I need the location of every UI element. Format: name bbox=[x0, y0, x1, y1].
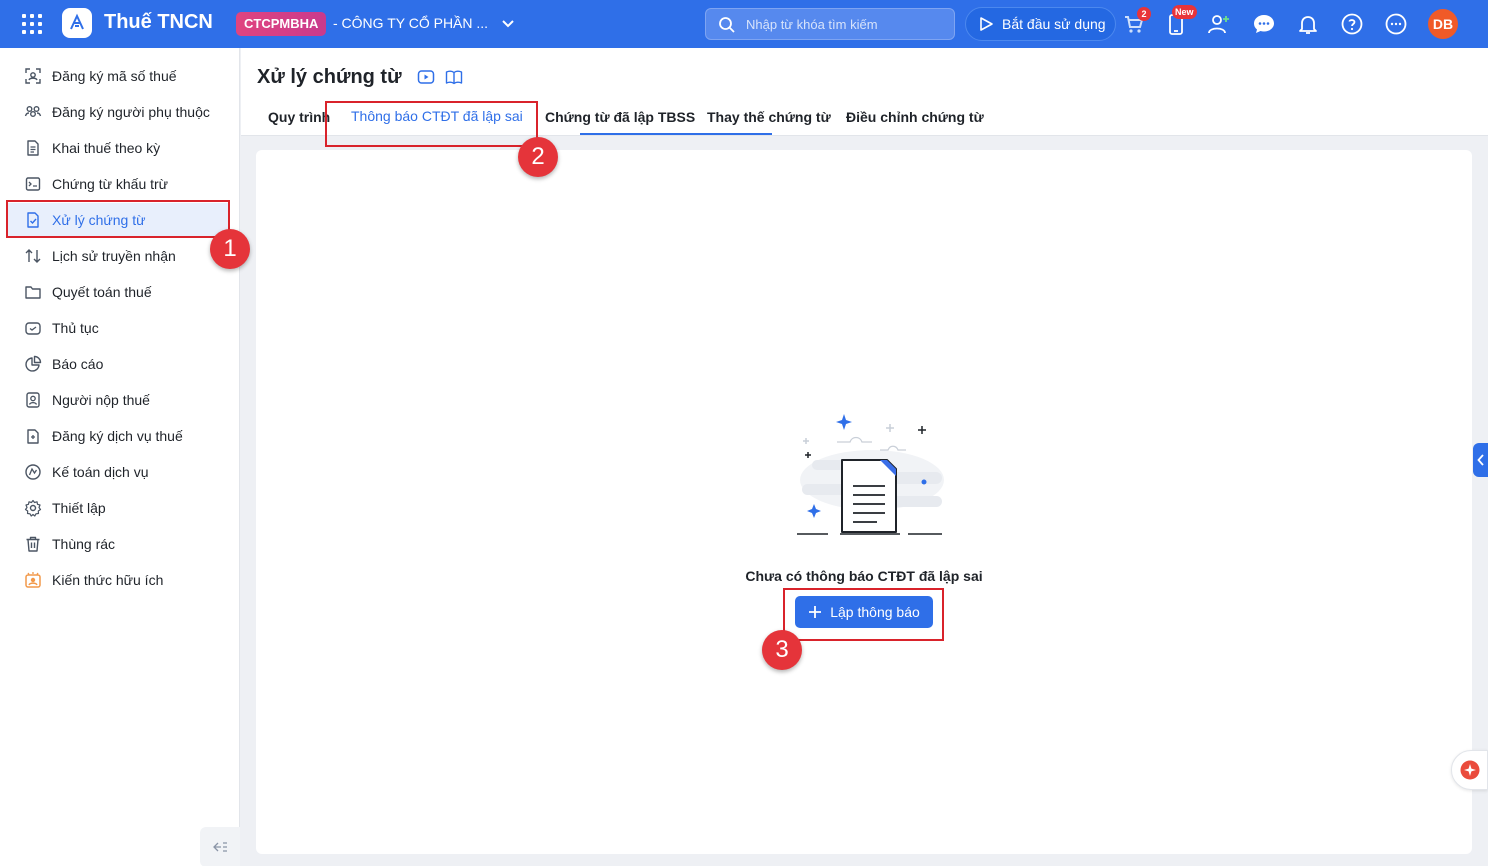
document-icon bbox=[27, 140, 39, 156]
top-bar: Thuế TNCN CTCPMBHA - CÔNG TY CỔ PHẦN ...… bbox=[0, 0, 1488, 48]
new-badge: New bbox=[1172, 5, 1197, 19]
search-box[interactable] bbox=[705, 8, 955, 40]
sidebar-item-procedures[interactable]: Thủ tục bbox=[8, 311, 230, 345]
collapse-left-icon bbox=[213, 842, 227, 852]
sidebar-item-transmission-history[interactable]: Lịch sử truyền nhận bbox=[8, 239, 230, 273]
chevron-down-icon[interactable] bbox=[500, 15, 516, 31]
sidebar-item-accounting-service[interactable]: Kế toán dịch vụ bbox=[8, 455, 230, 489]
transfer-icon bbox=[25, 249, 41, 263]
pie-chart-icon bbox=[25, 355, 42, 372]
step-marker-3: 3 bbox=[762, 630, 802, 670]
procedure-icon bbox=[25, 322, 41, 335]
sidebar-item-reports[interactable]: Báo cáo bbox=[8, 347, 230, 381]
sidebar-item-label: Người nộp thuế bbox=[52, 392, 150, 408]
avatar[interactable]: DB bbox=[1428, 9, 1458, 39]
play-icon bbox=[980, 17, 993, 31]
page-title: Xử lý chứng từ bbox=[257, 66, 402, 88]
search-input[interactable] bbox=[746, 14, 946, 34]
sidebar-item-settings[interactable]: Thiết lập bbox=[8, 491, 230, 525]
more-icon[interactable] bbox=[1384, 12, 1408, 36]
sparkle-icon bbox=[1460, 760, 1479, 780]
sidebar-item-periodic-declaration[interactable]: Khai thuế theo kỳ bbox=[8, 131, 230, 165]
active-tab-indicator bbox=[580, 133, 772, 135]
gear-icon bbox=[24, 499, 42, 517]
sidebar-item-taxpayers[interactable]: Người nộp thuế bbox=[8, 383, 230, 417]
id-scan-icon bbox=[25, 68, 41, 84]
sidebar-item-register-dependents[interactable]: Đăng ký người phụ thuộc bbox=[8, 95, 230, 129]
knowledge-icon bbox=[25, 572, 41, 588]
sidebar-item-tax-finalization[interactable]: Quyết toán thuế bbox=[8, 275, 230, 309]
ai-assistant-button[interactable] bbox=[1451, 750, 1488, 790]
tab-adjust-docs[interactable]: Điều chỉnh chứng từ bbox=[846, 109, 984, 125]
sidebar-item-trash[interactable]: Thùng rác bbox=[8, 527, 230, 561]
cart-count-badge: 2 bbox=[1137, 7, 1151, 21]
sidebar-item-useful-knowledge[interactable]: Kiến thức hữu ích bbox=[8, 563, 230, 597]
book-icon[interactable] bbox=[445, 68, 463, 86]
sidebar-item-label: Đăng ký mã số thuế bbox=[52, 68, 177, 84]
start-using-button[interactable]: Bắt đầu sử dụng bbox=[965, 7, 1116, 41]
sidebar-item-label: Khai thuế theo kỳ bbox=[52, 140, 161, 156]
sidebar-item-label: Thủ tục bbox=[52, 320, 99, 336]
highlight-box-create-button bbox=[783, 588, 944, 641]
sidebar-item-label: Chứng từ khấu trừ bbox=[52, 176, 169, 192]
sidebar-item-label: Thiết lập bbox=[52, 500, 106, 516]
sidebar-item-label: Lịch sử truyền nhận bbox=[52, 248, 176, 264]
company-name[interactable]: - CÔNG TY CỔ PHẦN ... bbox=[333, 15, 488, 31]
accounting-icon bbox=[25, 464, 41, 480]
content-card: Chưa có thông báo CTĐT đã lập sai Lập th… bbox=[256, 150, 1472, 854]
sidebar-item-label: Đăng ký người phụ thuộc bbox=[52, 104, 210, 120]
app-logo-icon bbox=[62, 8, 92, 38]
app-grid-icon[interactable] bbox=[22, 14, 42, 34]
start-using-label: Bắt đầu sử dụng bbox=[1002, 16, 1106, 32]
sidebar-item-label: Báo cáo bbox=[52, 356, 104, 372]
app-title: Thuế TNCN bbox=[104, 11, 213, 33]
person-card-icon bbox=[26, 392, 40, 408]
sidebar-item-register-tax-code[interactable]: Đăng ký mã số thuế bbox=[8, 59, 230, 93]
sidebar-item-label: Kế toán dịch vụ bbox=[52, 464, 149, 480]
bell-icon[interactable] bbox=[1296, 12, 1320, 36]
highlight-box-tab bbox=[325, 101, 538, 147]
tab-replace-docs[interactable]: Thay thế chứng từ bbox=[707, 109, 831, 125]
tab-process[interactable]: Quy trình bbox=[268, 109, 330, 125]
receipt-icon bbox=[25, 177, 41, 191]
highlight-box-sidebar bbox=[6, 200, 230, 238]
trash-icon bbox=[26, 536, 40, 552]
sidebar-item-label: Thùng rác bbox=[52, 536, 116, 552]
folder-icon bbox=[25, 286, 41, 299]
chevron-left-icon bbox=[1476, 454, 1484, 466]
tab-tbss-docs[interactable]: Chứng từ đã lập TBSS bbox=[545, 109, 695, 125]
collapse-sidebar-button[interactable] bbox=[200, 827, 240, 866]
sidebar-item-label: Đăng ký dịch vụ thuế bbox=[52, 428, 183, 444]
sidebar: Đăng ký mã số thuế Đăng ký người phụ thu… bbox=[0, 48, 240, 866]
sidebar-item-label: Quyết toán thuế bbox=[52, 284, 152, 300]
chat-icon[interactable] bbox=[1252, 12, 1276, 36]
video-play-icon[interactable] bbox=[417, 68, 435, 86]
help-icon[interactable] bbox=[1340, 12, 1364, 36]
empty-document-illustration bbox=[797, 414, 944, 535]
users-icon bbox=[24, 106, 42, 117]
step-marker-1: 1 bbox=[210, 229, 250, 269]
step-marker-2: 2 bbox=[518, 137, 558, 177]
add-user-icon[interactable] bbox=[1207, 12, 1231, 36]
register-icon bbox=[27, 429, 39, 444]
search-icon bbox=[719, 17, 735, 33]
expand-panel-tab[interactable] bbox=[1473, 443, 1488, 477]
empty-state-message: Chưa có thông báo CTĐT đã lập sai bbox=[745, 568, 983, 584]
sidebar-item-label: Kiến thức hữu ích bbox=[52, 572, 164, 588]
company-code-badge[interactable]: CTCPMBHA bbox=[236, 12, 327, 36]
sidebar-item-withholding-docs[interactable]: Chứng từ khấu trừ bbox=[8, 167, 230, 201]
sidebar-item-tax-service-registration[interactable]: Đăng ký dịch vụ thuế bbox=[8, 419, 230, 453]
